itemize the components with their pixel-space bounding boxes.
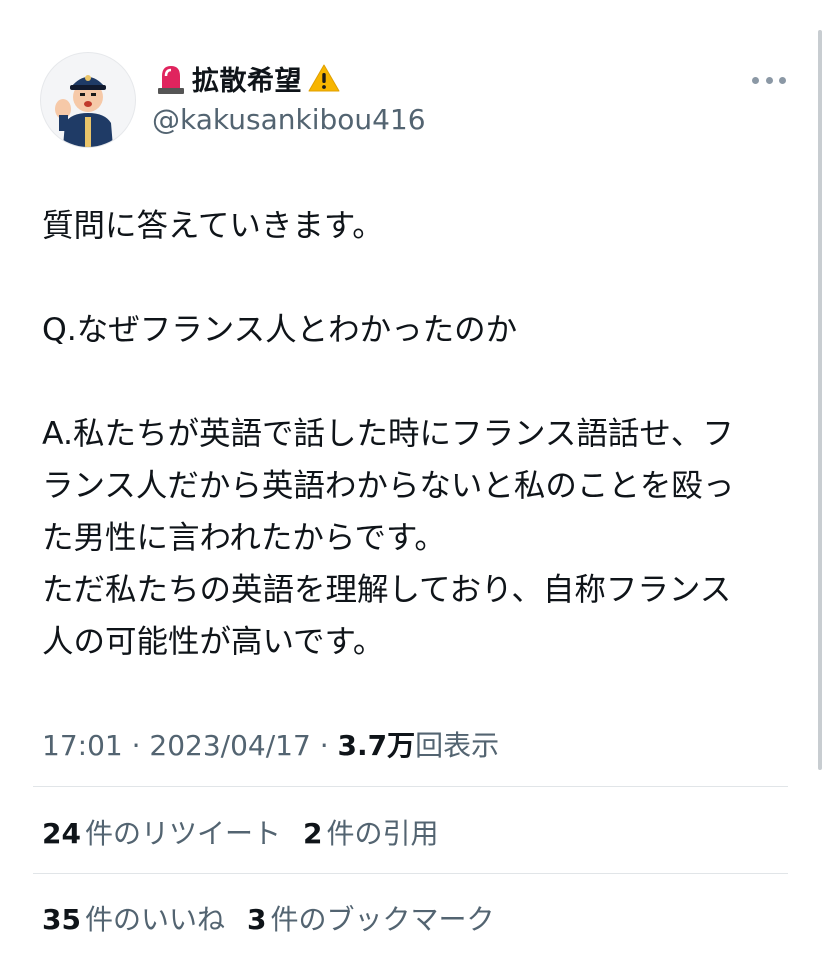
retweets-stat[interactable]: 24 件のリツイート bbox=[42, 812, 281, 852]
views-label: 回表示 bbox=[415, 729, 500, 762]
tweet-blank-line bbox=[42, 356, 802, 408]
meta-separator: · bbox=[319, 729, 329, 762]
quotes-label: 件の引用 bbox=[326, 817, 439, 850]
tweet-line: 質問に答えていきます。 bbox=[42, 208, 384, 244]
tweet-line: A.私たちが英語で話した時にフランス語話せ、フ bbox=[42, 416, 734, 452]
bookmarks-stat[interactable]: 3 件のブックマーク bbox=[247, 898, 495, 938]
divider bbox=[33, 873, 788, 874]
likes-label: 件のいいね bbox=[84, 903, 225, 936]
tweet-meta: 17:01 · 2023/04/17 · 3.7万回表示 bbox=[42, 724, 499, 764]
more-dot-icon bbox=[765, 76, 773, 84]
divider bbox=[33, 786, 788, 787]
avatar[interactable] bbox=[40, 52, 136, 148]
warning-icon bbox=[308, 63, 340, 93]
display-name: 拡散希望 bbox=[192, 65, 302, 97]
views-count: 3.7万 bbox=[337, 729, 416, 762]
tweet-text: 質問に答えていきます。 Q.なぜフランス人とわかったのか A.私たちが英語で話し… bbox=[42, 200, 802, 668]
meta-separator: · bbox=[131, 729, 141, 762]
tweet-blank-line bbox=[42, 252, 802, 304]
retweets-label: 件のリツイート bbox=[84, 817, 281, 850]
more-dot-icon bbox=[779, 76, 786, 84]
author-name-row[interactable]: 拡散希望 bbox=[156, 58, 340, 98]
likes-stat[interactable]: 35 件のいいね bbox=[42, 898, 225, 938]
likes-count: 35 bbox=[42, 903, 81, 936]
rotating-light-icon bbox=[156, 62, 186, 94]
tweet-time[interactable]: 17:01 bbox=[42, 729, 123, 762]
tweet-line: 人の可能性が高いです。 bbox=[42, 624, 385, 660]
stats-row-likes: 35 件のいいね 3 件のブックマーク bbox=[42, 898, 494, 938]
tweet-line: Q.なぜフランス人とわかったのか bbox=[42, 312, 518, 348]
tweet-line: ランス人だから英語わからないと私のことを殴っ bbox=[42, 468, 735, 504]
retweets-count: 24 bbox=[42, 817, 81, 850]
tweet-line: た男性に言われたからです。 bbox=[42, 520, 446, 556]
more-options-button[interactable] bbox=[752, 68, 786, 92]
quotes-stat[interactable]: 2 件の引用 bbox=[303, 812, 439, 852]
quotes-count: 2 bbox=[302, 817, 323, 850]
author-handle[interactable]: @kakusankibou416 bbox=[152, 103, 426, 136]
scrollbar[interactable] bbox=[818, 30, 822, 770]
tweet-line: ただ私たちの英語を理解しており、自称フランス bbox=[42, 572, 732, 608]
bookmarks-label: 件のブックマーク bbox=[270, 903, 495, 936]
stats-row-shares: 24 件のリツイート 2 件の引用 bbox=[42, 812, 438, 852]
tweet-date[interactable]: 2023/04/17 bbox=[149, 729, 310, 762]
more-dot-icon bbox=[752, 76, 759, 84]
bookmarks-count: 3 bbox=[246, 903, 267, 936]
police-officer-avatar bbox=[55, 75, 113, 147]
